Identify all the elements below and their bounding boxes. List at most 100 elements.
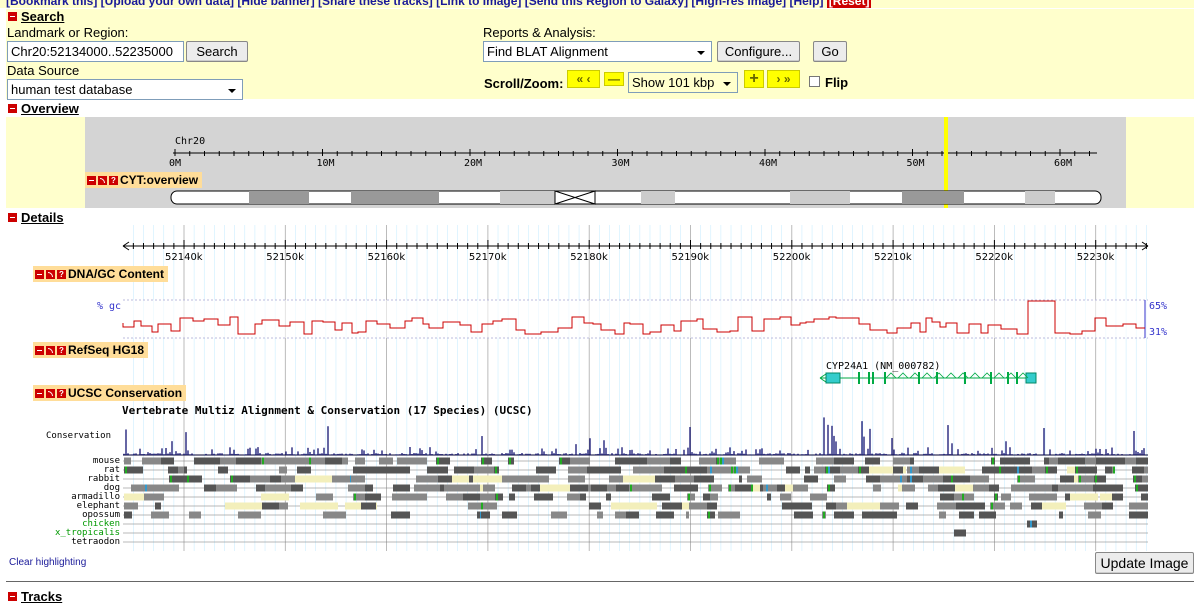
- zoom-in-button[interactable]: +: [744, 70, 764, 88]
- alignment-block: [866, 475, 880, 483]
- alignment-block: [805, 466, 810, 474]
- alignment-block: [906, 502, 918, 510]
- alignment-gap: [939, 466, 965, 474]
- alignment-block: [567, 493, 580, 501]
- alignment-block: [1030, 484, 1045, 492]
- alignment-block: [656, 511, 674, 519]
- alignment-block: [244, 511, 261, 519]
- flip-label: Flip: [825, 75, 849, 90]
- zoom-out-button[interactable]: —: [604, 72, 624, 86]
- refseq-track-header[interactable]: ? RefSeq HG18: [33, 342, 149, 358]
- data-source-select[interactable]: human test database: [7, 79, 243, 100]
- alignment-mismatch: [1113, 466, 1115, 474]
- gene-label[interactable]: CYP24A1 (NM_000782): [826, 361, 940, 372]
- collapse-icon[interactable]: [8, 104, 17, 113]
- alignment-mismatch: [309, 457, 311, 465]
- scroll-left-button[interactable]: « ‹: [567, 70, 600, 88]
- alignment-mismatch: [437, 457, 439, 465]
- alignment-block: [409, 457, 427, 465]
- alignment-block: [970, 475, 989, 483]
- cyt-overview-track-header[interactable]: ? CYT:overview: [85, 172, 203, 188]
- details-section-header[interactable]: Details: [8, 210, 64, 225]
- collapse-icon[interactable]: [8, 12, 17, 21]
- alignment-block: [131, 484, 142, 492]
- update-image-button[interactable]: Update Image: [1095, 552, 1194, 574]
- alignment-block: [124, 502, 138, 510]
- alignment-block: [361, 502, 376, 510]
- alignment-mismatch: [992, 457, 994, 465]
- clear-highlighting-link[interactable]: Clear highlighting: [9, 557, 86, 568]
- alignment-block: [393, 484, 410, 492]
- share-icon[interactable]: [98, 175, 107, 185]
- reports-select[interactable]: Find BLAT Alignment: [483, 41, 712, 62]
- configure-button[interactable]: Configure...: [717, 41, 800, 62]
- collapse-icon[interactable]: [8, 213, 17, 222]
- alignment-block: [1058, 484, 1073, 492]
- alignment-block: [238, 475, 250, 483]
- flip-checkbox[interactable]: [809, 76, 820, 87]
- alignment-insert: [828, 466, 830, 474]
- conservation-track-header[interactable]: ? UCSC Conservation: [33, 385, 187, 401]
- details-tick-label: 52210k: [874, 252, 912, 263]
- reset-link[interactable]: [Reset]: [826, 0, 872, 8]
- collapse-icon[interactable]: [87, 175, 96, 185]
- alignment-block: [1032, 466, 1045, 474]
- help-icon[interactable]: ?: [57, 388, 66, 398]
- share-icon[interactable]: [46, 388, 55, 398]
- alignment-block: [760, 484, 763, 492]
- alignment-block: [989, 484, 999, 492]
- alignment-block: [369, 493, 381, 501]
- alignment-mismatch: [995, 493, 997, 501]
- collapse-icon[interactable]: [35, 388, 44, 398]
- gc-track-header[interactable]: ? DNA/GC Content: [33, 266, 168, 282]
- top-links[interactable]: [Bookmark this] [Upload your own data] […: [6, 0, 823, 8]
- alignment-mismatch: [962, 493, 964, 501]
- divider: [6, 581, 1194, 582]
- alignment-insert: [1017, 466, 1019, 474]
- alignment-mismatch: [717, 457, 719, 465]
- help-icon[interactable]: ?: [57, 345, 66, 355]
- scroll-right-button[interactable]: › »: [767, 70, 800, 88]
- alignment-block: [250, 457, 261, 465]
- alignment-block: [588, 484, 591, 492]
- collapse-icon[interactable]: [35, 345, 44, 355]
- alignment-block: [1142, 475, 1148, 483]
- alignment-block: [424, 484, 427, 492]
- go-button[interactable]: Go: [813, 41, 847, 62]
- zoom-select[interactable]: Show 101 kbp: [628, 72, 738, 93]
- alignment-block: [804, 475, 818, 483]
- overview-tick-label: 10M: [317, 158, 335, 169]
- alignment-block: [161, 484, 179, 492]
- search-section-header[interactable]: Search: [8, 9, 64, 24]
- alignment-block: [647, 457, 667, 465]
- help-icon[interactable]: ?: [109, 175, 118, 185]
- alignment-mismatch: [509, 457, 511, 465]
- alignment-block: [343, 511, 346, 519]
- alignment-block: [279, 466, 283, 474]
- share-icon[interactable]: [46, 345, 55, 355]
- alignment-block: [733, 457, 736, 465]
- alignment-block: [718, 511, 729, 519]
- alignment-block: [814, 466, 825, 474]
- help-icon[interactable]: ?: [57, 269, 66, 279]
- gene-exon: [884, 372, 886, 384]
- alignment-mismatch: [828, 484, 830, 492]
- scroll-zoom-label: Scroll/Zoom:: [484, 76, 564, 91]
- overview-section-header[interactable]: Overview: [8, 101, 79, 116]
- alignment-block: [747, 475, 762, 483]
- search-button[interactable]: Search: [186, 41, 248, 62]
- alignment-block: [956, 502, 972, 510]
- alignment-block: [392, 493, 403, 501]
- collapse-icon[interactable]: [35, 269, 44, 279]
- alignment-block: [767, 493, 771, 501]
- share-icon[interactable]: [46, 269, 55, 279]
- alignment-insert: [722, 457, 724, 465]
- alignment-block: [144, 493, 164, 501]
- alignment-block: [403, 493, 410, 501]
- landmark-input[interactable]: Chr20:52134000..52235000: [7, 41, 184, 62]
- alignment-block: [780, 493, 791, 501]
- alignment-block: [250, 475, 270, 483]
- ideogram-band: [351, 191, 439, 204]
- alignment-block: [933, 466, 939, 474]
- details-tick-label: 52160k: [368, 252, 406, 263]
